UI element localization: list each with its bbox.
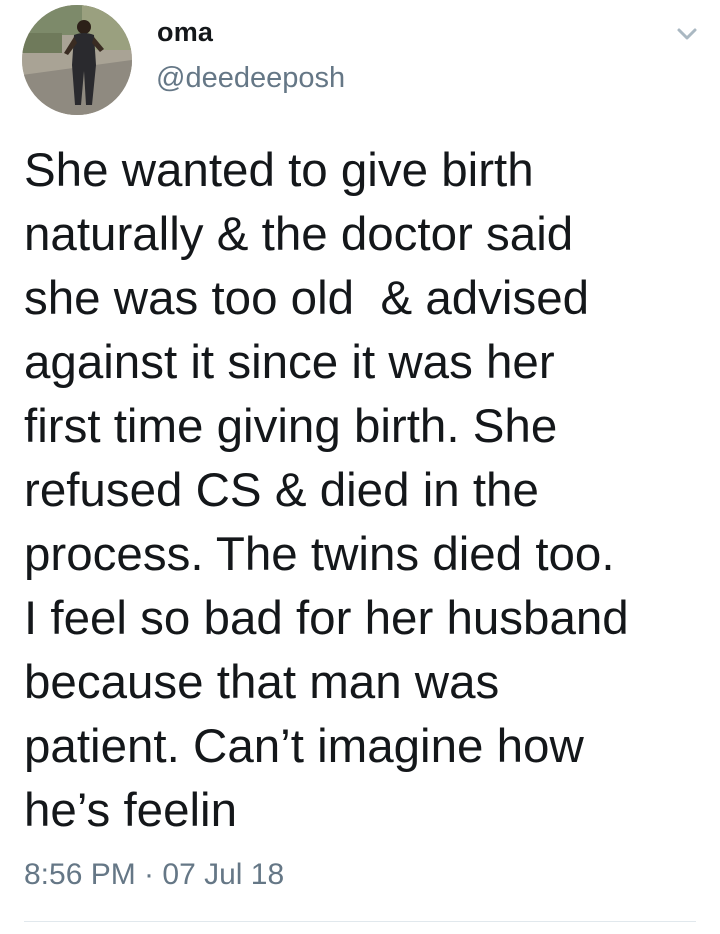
profile-photo-icon bbox=[22, 5, 132, 115]
chevron-down-icon[interactable] bbox=[671, 22, 703, 46]
display-name[interactable]: oma bbox=[157, 17, 213, 48]
tweet-card: oma @deedeeposh She wanted to give birth… bbox=[0, 0, 720, 934]
avatar[interactable] bbox=[22, 5, 132, 115]
tweet-text: She wanted to give birth naturally & the… bbox=[24, 144, 629, 837]
tweet-timestamp[interactable]: 8:56 PM · 07 Jul 18 bbox=[24, 858, 284, 892]
divider bbox=[24, 921, 696, 922]
user-handle[interactable]: @deedeeposh bbox=[156, 62, 345, 95]
